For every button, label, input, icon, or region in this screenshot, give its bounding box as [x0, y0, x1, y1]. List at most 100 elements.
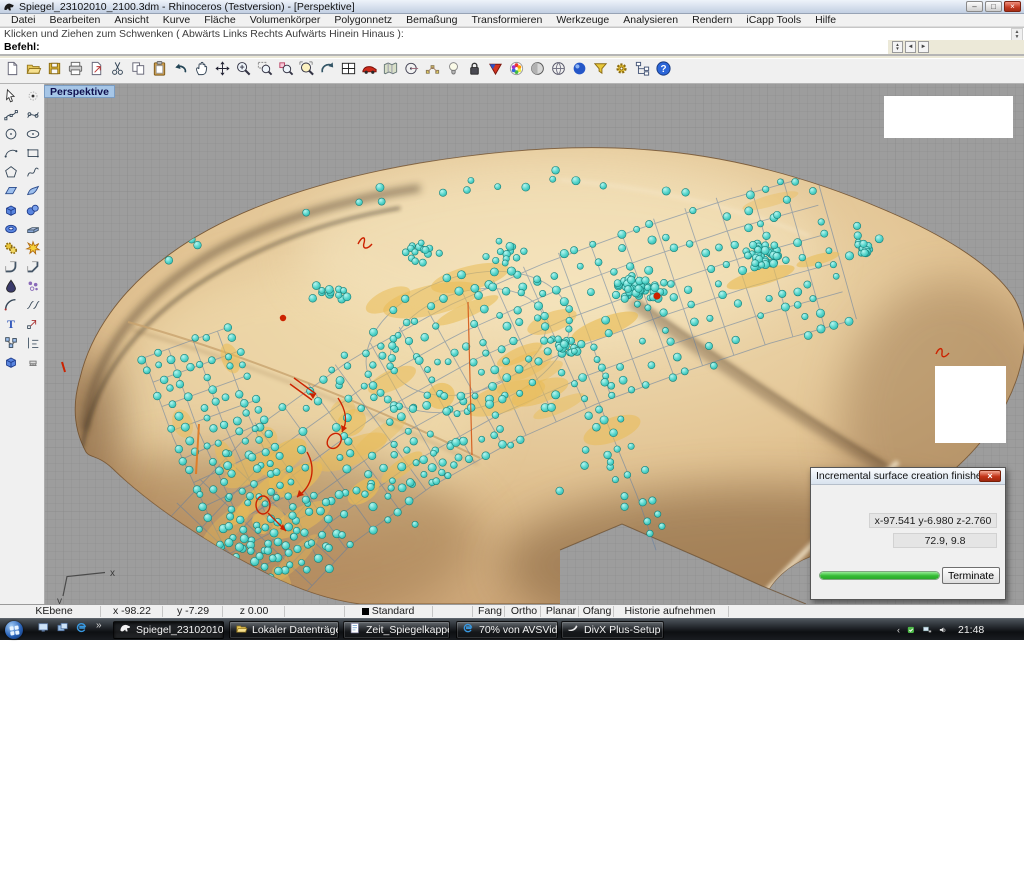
title-bar[interactable]: Spiegel_23102010_2100.3dm - Rhinoceros (… — [0, 0, 1024, 14]
toolbar-shaded-viewport-button[interactable] — [527, 60, 548, 82]
lefttool-curve-control-points-button[interactable] — [1, 108, 21, 126]
taskbar-clock[interactable]: 21:48 — [958, 624, 984, 636]
toolbar-undo-button[interactable] — [170, 60, 191, 82]
viewport-tab-perspektive[interactable]: Perspektive — [44, 85, 115, 98]
menu-ansicht[interactable]: Ansicht — [107, 14, 155, 26]
status-history[interactable]: Historie aufnehmen — [614, 605, 726, 618]
lefttool-surface-curved-button[interactable] — [23, 184, 43, 202]
toolbar-cplane-button[interactable] — [401, 60, 422, 82]
command-input[interactable]: Befehl: ▲▼ ◄ ► — [0, 40, 1024, 56]
toolbar-undo-view-button[interactable] — [317, 60, 338, 82]
lefttool-freeform-curve-button[interactable] — [23, 165, 43, 183]
terminate-button[interactable]: Terminate — [942, 567, 1000, 584]
lefttool-circle-button[interactable] — [1, 127, 21, 145]
toolbar-selection-filter-button[interactable] — [590, 60, 611, 82]
menu-fl-che[interactable]: Fläche — [197, 14, 243, 26]
quicklaunch-internet-explorer-button[interactable] — [74, 622, 90, 638]
menu-werkzeuge[interactable]: Werkzeuge — [549, 14, 616, 26]
tray-volume-icon[interactable] — [937, 624, 950, 637]
toolbar-zoom-in-button[interactable] — [233, 60, 254, 82]
lefttool-solid-box-button[interactable] — [1, 203, 21, 221]
status-osnap[interactable]: Ofang — [580, 605, 614, 618]
lefttool-light-object-button[interactable] — [23, 355, 43, 373]
toolbar-open-file-button[interactable] — [23, 60, 44, 82]
menu-hilfe[interactable]: Hilfe — [808, 14, 843, 26]
toolbar-color-wheel-button[interactable] — [506, 60, 527, 82]
lefttool-curve-blend-button[interactable] — [23, 298, 43, 316]
lefttool-fillet-edge-button[interactable] — [1, 260, 21, 278]
menu-kurve[interactable]: Kurve — [156, 14, 197, 26]
spinner-down-icon[interactable]: ▼ — [895, 47, 899, 52]
toolbar-options-gear-button[interactable] — [611, 60, 632, 82]
toolbar-export-button[interactable] — [86, 60, 107, 82]
tray-status-icon[interactable] — [905, 624, 918, 637]
toolbar-points-on-button[interactable] — [422, 60, 443, 82]
lefttool-curve-handles-button[interactable] — [23, 108, 43, 126]
status-ortho[interactable]: Ortho — [506, 605, 542, 618]
minimize-button[interactable]: – — [966, 1, 983, 12]
lefttool-solid-cube-button[interactable] — [1, 355, 21, 373]
command-spinner[interactable]: ▲▼ — [892, 41, 903, 53]
history-forward-button[interactable]: ► — [918, 41, 929, 53]
toolbar-render-button[interactable] — [485, 60, 506, 82]
lefttool-solid-spheres-button[interactable] — [23, 203, 43, 221]
toolbar-rendered-viewport-button[interactable] — [569, 60, 590, 82]
toolbar-map-analysis-button[interactable] — [380, 60, 401, 82]
lefttool-solid-torus-button[interactable] — [1, 222, 21, 240]
menu-polygonnetz[interactable]: Polygonnetz — [327, 14, 399, 26]
lefttool-text-object-button[interactable]: T — [1, 317, 21, 335]
dialog-close-button[interactable]: × — [979, 470, 1001, 482]
taskbar-task-3[interactable]: Zeit_Spiegelkappe.tx... — [343, 621, 450, 639]
lefttool-drag-point-button[interactable] — [23, 317, 43, 335]
menu-icapp-tools[interactable]: iCapp Tools — [739, 14, 808, 26]
lefttool-select-button[interactable] — [1, 89, 21, 107]
tray-network-icon[interactable] — [921, 624, 934, 637]
toolbar-save-file-button[interactable] — [44, 60, 65, 82]
menu-volumenk-rper[interactable]: Volumenkörper — [243, 14, 328, 26]
lefttool-polygon-button[interactable] — [1, 165, 21, 183]
menu-bearbeiten[interactable]: Bearbeiten — [43, 14, 108, 26]
lefttool-group-objects-button[interactable] — [1, 336, 21, 354]
taskbar-task-5[interactable]: DivX Plus-Setup — [561, 621, 664, 639]
toolbar-pan-view-button[interactable] — [191, 60, 212, 82]
quicklaunch-window-switch-button[interactable] — [55, 622, 71, 638]
toolbar-wireframe-viewport-button[interactable] — [548, 60, 569, 82]
lefttool-solid-slab-button[interactable] — [23, 222, 43, 240]
close-button[interactable]: × — [1004, 1, 1021, 12]
scroll-down-icon[interactable]: ▼ — [1015, 35, 1020, 40]
dialog-titlebar[interactable]: Incremental surface creation finished. — [811, 468, 1005, 485]
tray-expand-chevron[interactable]: ‹ — [895, 625, 902, 635]
toolbar-new-file-button[interactable] — [2, 60, 23, 82]
quicklaunch-show-desktop-button[interactable] — [36, 622, 52, 638]
toolbar-lock-button[interactable] — [464, 60, 485, 82]
menu-bema-ung[interactable]: Bemaßung — [399, 14, 464, 26]
maximize-button[interactable]: □ — [985, 1, 1002, 12]
toolbar-lamp-button[interactable] — [443, 60, 464, 82]
command-history[interactable]: Klicken und Ziehen zum Schwenken ( Abwär… — [0, 27, 1024, 40]
status-planar[interactable]: Planar — [542, 605, 580, 618]
taskbar-task-4[interactable]: 70% von AVSVideoC... — [456, 621, 558, 639]
toolbar-viewport-layout-button[interactable] — [338, 60, 359, 82]
menu-rendern[interactable]: Rendern — [685, 14, 739, 26]
lefttool-arc-button[interactable] — [1, 146, 21, 164]
lefttool-blend-drop-button[interactable] — [1, 279, 21, 297]
toolbar-print-button[interactable] — [65, 60, 86, 82]
start-button[interactable] — [5, 621, 23, 639]
toolbar-object-hierarchy-button[interactable] — [632, 60, 653, 82]
lefttool-chamfer-edge-button[interactable] — [23, 260, 43, 278]
toolbar-zoom-extents-button[interactable] — [296, 60, 317, 82]
lefttool-align-objects-button[interactable] — [23, 336, 43, 354]
lefttool-point-cloud-button[interactable] — [23, 279, 43, 297]
quick-launch-overflow-chevron[interactable]: » — [96, 620, 102, 631]
toolbar-cut-button[interactable] — [107, 60, 128, 82]
lefttool-curve-fillet-button[interactable] — [1, 298, 21, 316]
lefttool-boolean-gears-button[interactable] — [1, 241, 21, 259]
menu-datei[interactable]: Datei — [4, 14, 43, 26]
toolbar-help-button[interactable]: ? — [653, 60, 674, 82]
toolbar-copy-button[interactable] — [128, 60, 149, 82]
menu-analysieren[interactable]: Analysieren — [616, 14, 685, 26]
lefttool-single-point-button[interactable] — [23, 89, 43, 107]
toolbar-car-analysis-button[interactable] — [359, 60, 380, 82]
status-layer[interactable]: Standard — [346, 605, 430, 618]
lefttool-rectangle-button[interactable] — [23, 146, 43, 164]
